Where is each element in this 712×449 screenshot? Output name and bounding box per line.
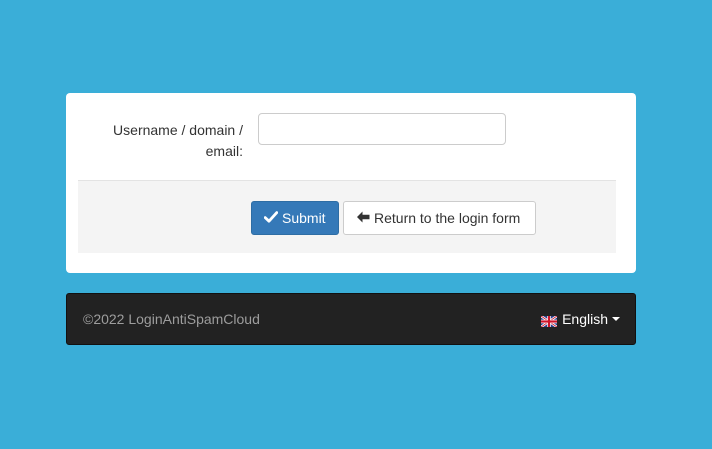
return-to-login-button[interactable]: Return to the login form xyxy=(343,201,536,235)
username-label: Username / domain / email: xyxy=(113,122,243,159)
return-label: Return to the login form xyxy=(374,210,521,226)
language-label: English xyxy=(562,311,608,327)
chevron-down-icon xyxy=(612,317,620,321)
footer: ©2022 LoginAntiSpamCloud English xyxy=(66,293,636,345)
uk-flag-icon xyxy=(540,314,558,328)
checkmark-icon xyxy=(263,211,279,225)
username-input[interactable] xyxy=(258,113,506,145)
language-dropdown[interactable]: English xyxy=(540,311,620,328)
copyright-text: ©2022 LoginAntiSpamCloud xyxy=(83,311,260,327)
submit-button[interactable]: Submit xyxy=(251,201,339,235)
recovery-panel: Username / domain / email: Submit Return… xyxy=(66,93,636,273)
submit-label: Submit xyxy=(282,210,326,226)
arrow-left-icon xyxy=(356,211,370,225)
form-actions: Submit Return to the login form xyxy=(78,180,616,253)
